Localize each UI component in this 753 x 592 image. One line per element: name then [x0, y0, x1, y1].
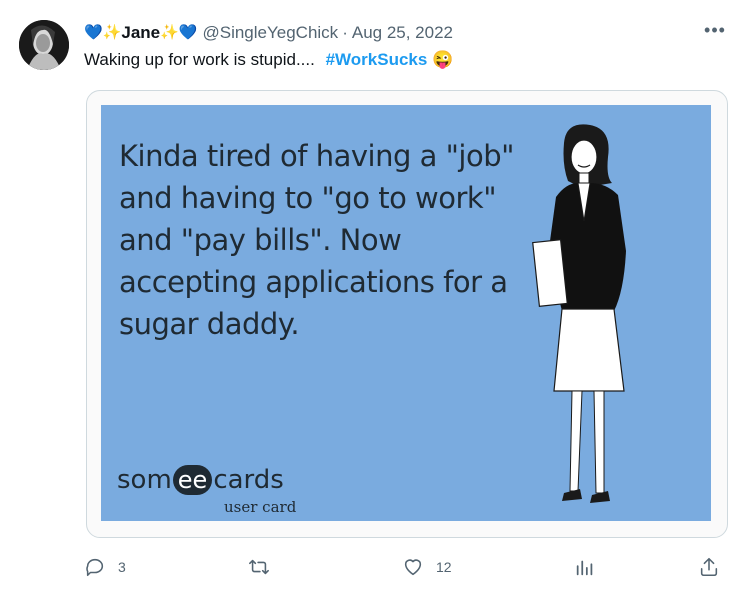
logo-text-left: som — [117, 465, 172, 495]
more-icon: ••• — [704, 20, 726, 40]
retweet-icon — [249, 559, 269, 575]
action-bar: 3 12 — [0, 552, 753, 582]
reply-button[interactable]: 3 — [84, 552, 126, 582]
tweet-text: Waking up for work is stupid.... #WorkSu… — [84, 49, 453, 71]
name-emoji-right: ✨💙 — [160, 24, 198, 41]
retweet-button[interactable] — [248, 552, 282, 582]
tweet-emoji: 😜 — [432, 50, 454, 69]
avatar[interactable] — [19, 20, 69, 70]
more-options-button[interactable]: ••• — [700, 20, 730, 44]
like-count: 12 — [436, 559, 452, 575]
logo-subtitle: user card — [224, 498, 297, 516]
reply-count: 3 — [118, 559, 126, 575]
ecard-text: Kinda tired of having a "job" and having… — [119, 139, 514, 341]
like-button[interactable]: 12 — [402, 552, 452, 582]
hashtag-link[interactable]: #WorkSucks — [326, 50, 428, 69]
woman-illustration — [532, 124, 626, 503]
author-name[interactable]: Jane — [121, 22, 160, 44]
share-icon — [700, 557, 718, 577]
logo-text-ee: ee — [172, 465, 213, 495]
tweet-body: Waking up for work is stupid.... — [84, 50, 315, 69]
reply-icon — [86, 558, 104, 577]
share-button[interactable] — [698, 552, 720, 582]
tweet-date[interactable]: Aug 25, 2022 — [352, 22, 453, 44]
name-emoji-left: 💙✨ — [84, 24, 122, 41]
avatar-image — [19, 20, 69, 70]
tweet-media[interactable]: Kinda tired of having a "job" and having… — [86, 90, 728, 538]
author-handle[interactable]: @SingleYegChick — [202, 22, 338, 44]
ecard-image: Kinda tired of having a "job" and having… — [101, 105, 711, 521]
analytics-icon — [576, 560, 593, 576]
separator-dot: · — [342, 23, 348, 42]
someecards-logo: som ee cards — [117, 465, 284, 495]
analytics-button[interactable] — [574, 552, 596, 582]
logo-text-right: cards — [213, 465, 284, 495]
like-icon — [404, 559, 422, 576]
tweet-header: 💙✨ Jane ✨💙 @SingleYegChick · Aug 25, 202… — [84, 22, 453, 44]
